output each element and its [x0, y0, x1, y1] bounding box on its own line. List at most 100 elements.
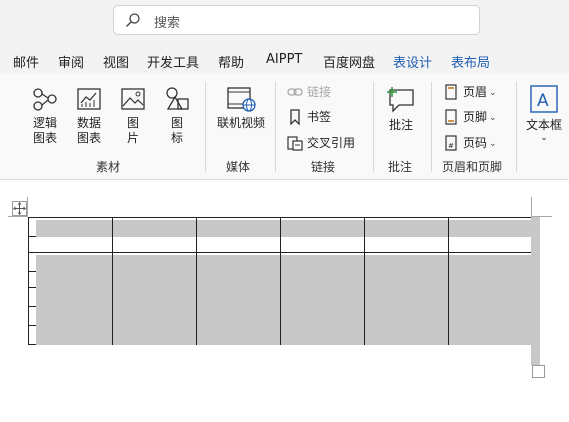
table-cell[interactable]	[448, 325, 532, 345]
table-cell[interactable]	[196, 236, 281, 253]
table-cell[interactable]	[280, 271, 365, 288]
picture-label-1: 图	[126, 116, 139, 130]
table-cell[interactable]	[196, 252, 281, 272]
table-cell[interactable]	[364, 325, 449, 345]
cell-selection-highlight	[449, 288, 531, 307]
group-label-header-footer: 页眉和页脚	[442, 160, 503, 174]
header-button[interactable]: 页眉 ⌄	[443, 83, 503, 101]
cell-selection-highlight	[197, 307, 280, 326]
tab-baidu-netdisk[interactable]: 百度网盘	[323, 52, 375, 71]
chevron-down-icon: ⌄	[489, 113, 497, 123]
data-chart-label-1: 数据	[76, 116, 101, 130]
table-cell[interactable]	[280, 252, 365, 272]
footer-button[interactable]: 页脚 ⌄	[443, 108, 503, 126]
tab-table-layout[interactable]: 表布局	[451, 52, 490, 71]
table-cell[interactable]	[280, 236, 365, 253]
table-cell[interactable]	[364, 287, 449, 307]
table-cell[interactable]	[364, 252, 449, 272]
page-number-button[interactable]: # 页码 ⌄	[443, 134, 503, 152]
tab-help[interactable]: 帮助	[218, 52, 244, 71]
table-cell[interactable]	[448, 236, 532, 253]
table-cell[interactable]	[448, 287, 532, 307]
table-cell[interactable]	[280, 217, 365, 237]
group-separator	[431, 82, 432, 172]
data-chart-button[interactable]: 数据 图表	[74, 86, 104, 146]
icons-label-1: 图	[170, 116, 183, 130]
search-box[interactable]: 搜索	[113, 5, 480, 35]
table-cell[interactable]	[112, 252, 197, 272]
svg-text:#: #	[448, 142, 454, 150]
cell-selection-highlight	[197, 272, 280, 288]
table-cell[interactable]	[448, 217, 532, 237]
picture-button[interactable]: 图 片	[118, 86, 148, 146]
table-row	[28, 325, 532, 345]
table-cell[interactable]	[28, 252, 113, 272]
icons-button[interactable]: 图 标	[162, 86, 192, 146]
table-cell[interactable]	[28, 306, 113, 326]
table-cell[interactable]	[28, 236, 113, 253]
table-row	[28, 306, 532, 326]
table-cell[interactable]	[196, 287, 281, 307]
tab-review[interactable]: 审阅	[58, 52, 84, 71]
table-cell[interactable]	[28, 325, 113, 345]
comment-button[interactable]: 批注	[386, 86, 416, 133]
logic-chart-button[interactable]: 逻辑 图表	[30, 86, 60, 146]
end-of-row-selection	[531, 217, 540, 365]
cell-selection-highlight	[113, 220, 196, 237]
table-cell[interactable]	[280, 306, 365, 326]
table-cell[interactable]	[112, 325, 197, 345]
table-cell[interactable]	[112, 217, 197, 237]
cross-reference-button[interactable]: 交叉引用	[287, 134, 367, 152]
table-cell[interactable]	[112, 236, 197, 253]
table-cell[interactable]	[280, 287, 365, 307]
table-cell[interactable]	[112, 287, 197, 307]
text-box-button[interactable]: A 文本框 ⌄	[524, 84, 564, 143]
cell-selection-highlight	[197, 255, 280, 272]
table-cell[interactable]	[196, 306, 281, 326]
table-cell[interactable]	[364, 271, 449, 288]
link-button[interactable]: 链接	[287, 83, 347, 101]
text-box-label: 文本框	[525, 118, 562, 132]
table-cell[interactable]	[280, 325, 365, 345]
tab-aippt[interactable]: AIPPT	[266, 52, 302, 67]
cell-selection-highlight	[449, 220, 531, 237]
header-icon	[445, 84, 457, 100]
table-cell[interactable]	[196, 217, 281, 237]
table-cell[interactable]	[364, 306, 449, 326]
table-cell[interactable]	[112, 271, 197, 288]
link-label: 链接	[307, 85, 332, 99]
page-number-label: 页码	[463, 136, 488, 150]
table-row	[28, 252, 532, 272]
tab-view[interactable]: 视图	[103, 52, 129, 71]
table-cell[interactable]	[364, 217, 449, 237]
chevron-down-icon: ⌄	[489, 88, 497, 98]
svg-text:A: A	[537, 91, 549, 111]
search-icon	[126, 13, 140, 27]
table-cell[interactable]	[28, 271, 113, 288]
document-table[interactable]	[28, 217, 532, 345]
tab-table-design[interactable]: 表设计	[393, 52, 432, 71]
group-separator	[205, 82, 206, 172]
table-resize-handle[interactable]	[532, 365, 545, 378]
table-cell[interactable]	[28, 217, 113, 237]
table-cell[interactable]	[364, 236, 449, 253]
bookmark-button[interactable]: 书签	[287, 108, 347, 126]
ribbon: 逻辑 图表 数据 图表 图 片 图 标 素材 联机视频 媒体 链接 书签 交叉引…	[0, 74, 569, 180]
table-row	[28, 217, 532, 237]
crop-mark	[531, 197, 532, 216]
online-video-button[interactable]: 联机视频	[214, 86, 268, 131]
table-cell[interactable]	[112, 306, 197, 326]
table-cell[interactable]	[196, 325, 281, 345]
cell-selection-highlight	[281, 272, 364, 288]
tab-developer[interactable]: 开发工具	[147, 52, 199, 71]
table-cell[interactable]	[448, 252, 532, 272]
data-chart-icon	[77, 88, 101, 110]
table-cell[interactable]	[28, 287, 113, 307]
table-cell[interactable]	[448, 271, 532, 288]
table-cell[interactable]	[448, 306, 532, 326]
document-canvas	[0, 180, 569, 422]
table-move-handle[interactable]	[12, 201, 27, 216]
table-cell[interactable]	[196, 271, 281, 288]
cell-selection-highlight	[365, 220, 448, 237]
tab-mailings[interactable]: 邮件	[13, 52, 39, 71]
